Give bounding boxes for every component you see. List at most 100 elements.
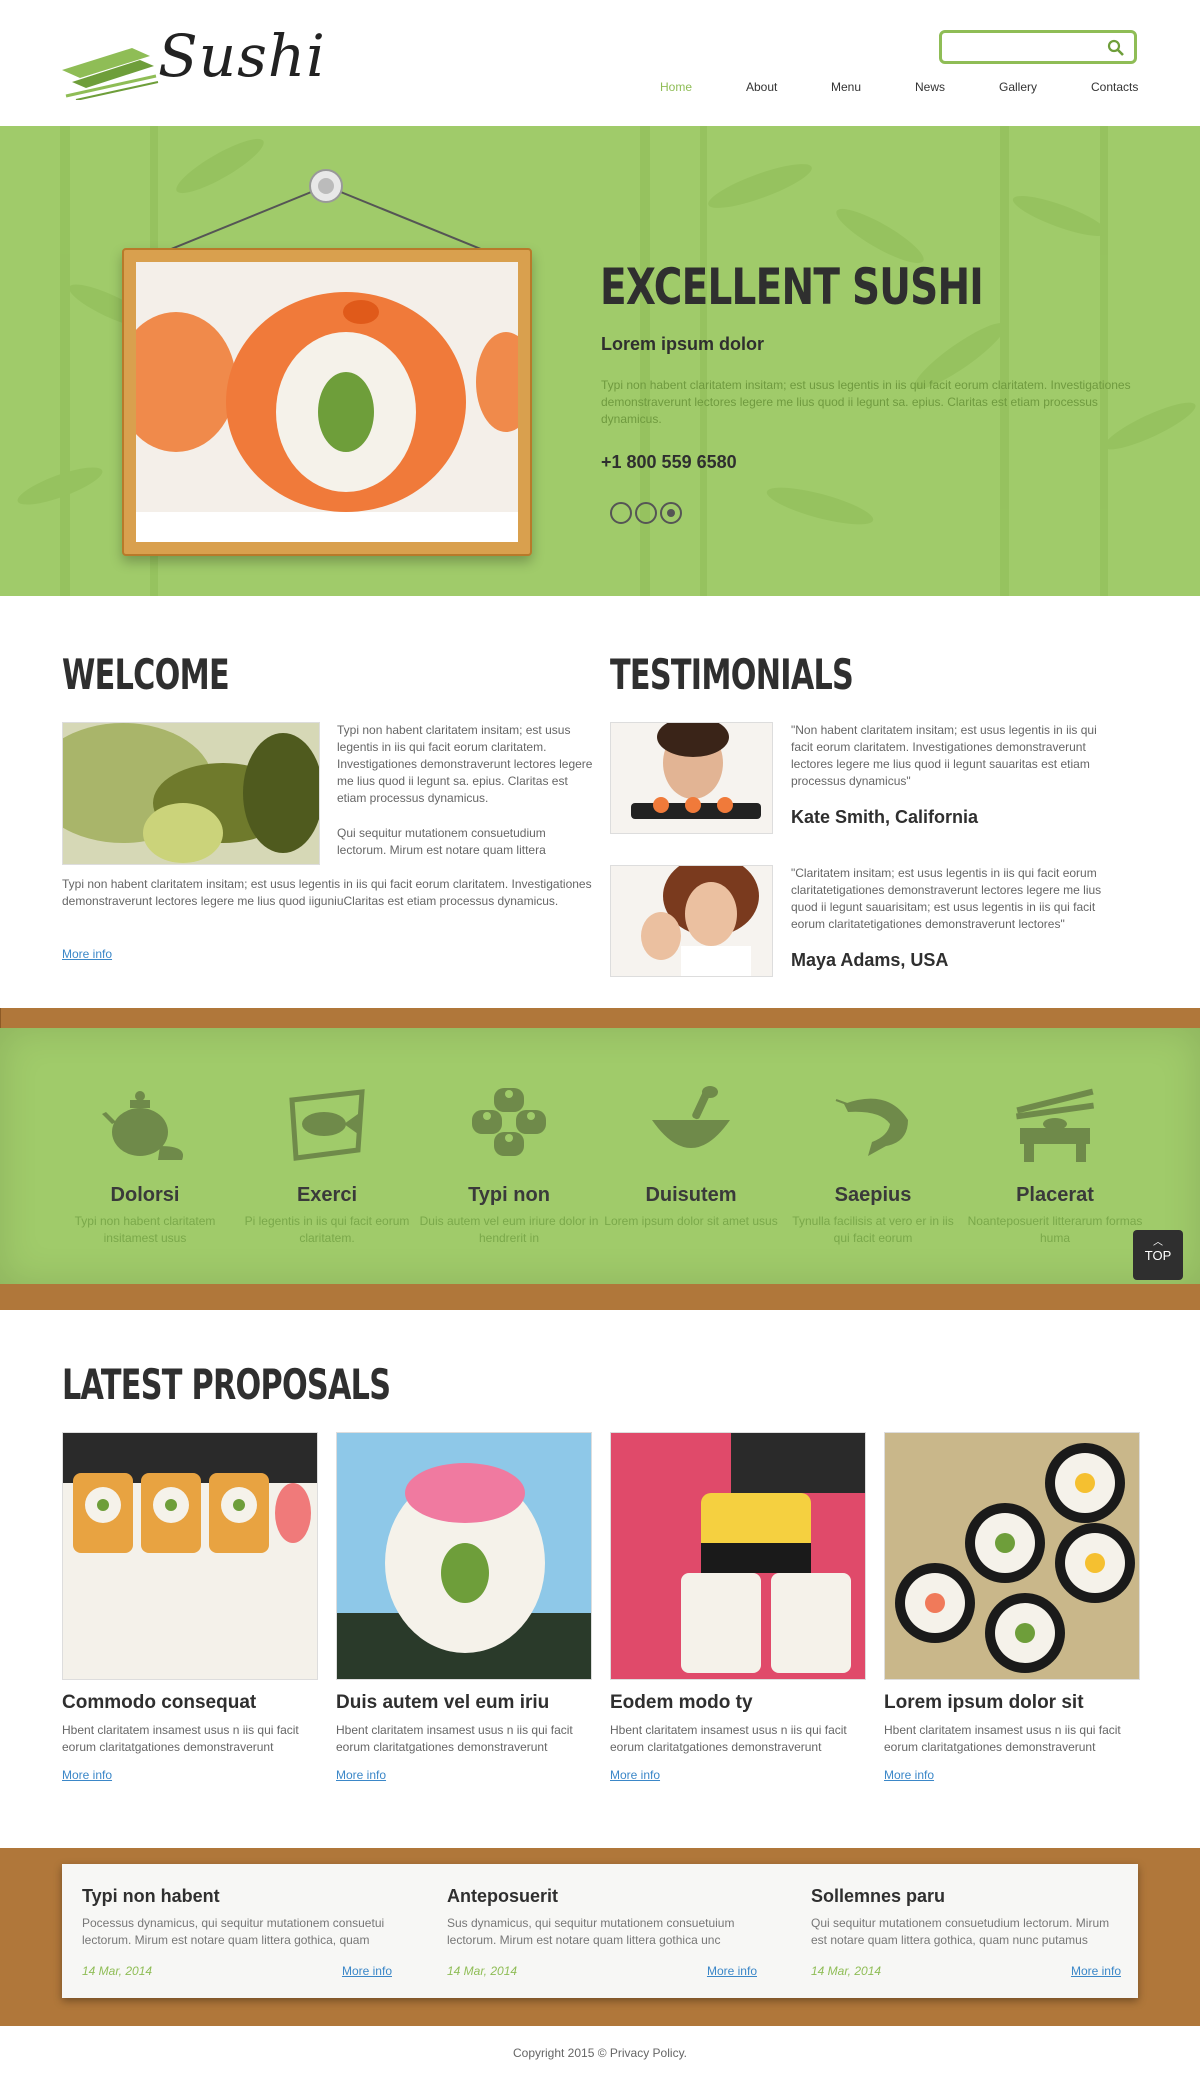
welcome-title: WELCOME — [62, 650, 230, 699]
feature-6: Placerat Noanteposuerit litterarum forma… — [965, 1080, 1145, 1247]
proposal-card-4: Lorem ipsum dolor sit Hbent claritatem i… — [884, 1432, 1140, 1782]
nav-news[interactable]: News — [915, 80, 945, 94]
proposal-card-3: Eodem modo ty Hbent claritatem insamest … — [610, 1432, 866, 1782]
feature-4: Duisutem Lorem ipsum dolor sit amet usus — [601, 1080, 781, 1230]
hero-slider: EXCELLENT SUSHI Lorem ipsum dolor Typi n… — [0, 126, 1200, 596]
nav-about[interactable]: About — [746, 80, 777, 94]
proposal-image-1[interactable] — [62, 1432, 318, 1680]
slider-dot-3[interactable] — [660, 502, 682, 524]
proposals-title: LATEST PROPOSALS — [62, 1360, 391, 1409]
proposal-title-4[interactable]: Lorem ipsum dolor sit — [884, 1692, 1140, 1714]
proposal-text-2: Hbent claritatem insamest usus n iis qui… — [336, 1723, 573, 1754]
feature-title-3: Typi non — [468, 1184, 550, 1206]
proposal-card-1: Commodo consequat Hbent claritatem insam… — [62, 1432, 318, 1782]
feature-5: Saepius Tynulla facilisis at vero er in … — [783, 1080, 963, 1247]
teapot-icon — [102, 1091, 184, 1160]
bowl-icon — [652, 1086, 730, 1148]
proposal-more-link-3[interactable]: More info — [610, 1768, 866, 1782]
proposal-title-3[interactable]: Eodem modo ty — [610, 1692, 866, 1714]
search-icon[interactable] — [1106, 38, 1126, 58]
chopsticks-stand-icon — [1015, 1088, 1095, 1162]
nav-gallery[interactable]: Gallery — [999, 80, 1037, 94]
feature-text-4: Lorem ipsum dolor sit amet usus — [604, 1214, 778, 1228]
welcome-paragraph-2: Qui sequitur mutationem consuetudium lec… — [337, 826, 546, 857]
feature-text-5: Tynulla facilisis at vero er in iis qui … — [792, 1214, 954, 1245]
proposal-card-2: Duis autem vel eum iriu Hbent claritatem… — [336, 1432, 592, 1782]
hero-text: Typi non habent claritatem insitam; est … — [601, 378, 1131, 426]
news-item-3: Sollemnes paru Qui sequitur mutationem c… — [811, 1864, 1121, 1978]
testimonials-title: TESTIMONIALS — [610, 650, 854, 699]
search-box[interactable] — [939, 30, 1137, 64]
nav-contacts[interactable]: Contacts — [1091, 80, 1138, 94]
news-item-2: Anteposuerit Sus dynamicus, qui sequitur… — [447, 1864, 757, 1978]
back-to-top-button[interactable]: ︿ TOP — [1133, 1230, 1183, 1280]
hero-subtitle: Lorem ipsum dolor — [601, 334, 765, 354]
news-title-2[interactable]: Anteposuerit — [447, 1886, 757, 1907]
hero-sushi-image — [136, 262, 518, 542]
proposal-text-1: Hbent claritatem insamest usus n iis qui… — [62, 1723, 299, 1754]
proposal-more-link-4[interactable]: More info — [884, 1768, 1140, 1782]
feature-text-6: Noanteposuerit litterarum formas huma — [967, 1214, 1143, 1245]
feature-title-6: Placerat — [1016, 1184, 1094, 1206]
proposal-text-4: Hbent claritatem insamest usus n iis qui… — [884, 1723, 1121, 1754]
fish-plate-icon — [289, 1089, 365, 1161]
slider-dot-1[interactable] — [610, 502, 632, 524]
news-text-1: Pocessus dynamicus, qui sequitur mutatio… — [82, 1916, 385, 1947]
proposal-title-2[interactable]: Duis autem vel eum iriu — [336, 1692, 592, 1714]
footer-copyright: Copyright 2015 © Privacy Policy. — [512, 2046, 688, 2060]
feature-text-3: Duis autem vel eum iriure dolor in hendr… — [419, 1214, 599, 1245]
photo-frame — [122, 248, 532, 556]
chevron-up-icon: ︿ — [1153, 1237, 1163, 1248]
proposal-image-2[interactable] — [336, 1432, 592, 1680]
proposal-image-3[interactable] — [610, 1432, 866, 1680]
nav-home[interactable]: Home — [660, 80, 692, 94]
wood-strip-top — [0, 1008, 1200, 1028]
welcome-image — [62, 722, 320, 865]
testimonial-name-1: Kate Smith, California — [791, 807, 979, 827]
feature-text-2: Pi legentis in iis qui facit eorum clari… — [244, 1214, 410, 1245]
hero-title: EXCELLENT SUSHI — [600, 258, 984, 316]
slider-pagination — [610, 502, 690, 526]
testimonial-photo-1 — [610, 722, 773, 834]
wood-strip-bottom — [0, 1284, 1200, 1310]
news-date-2: 14 Mar, 2014 — [447, 1964, 518, 1978]
welcome-more-link[interactable]: More info — [62, 947, 112, 961]
hero-phone: +1 800 559 6580 — [601, 452, 737, 472]
news-more-link-3[interactable]: More info — [1071, 1964, 1121, 1978]
features-section: Dolorsi Typi non habent claritatem insit… — [0, 1028, 1200, 1284]
news-text-2: Sus dynamicus, qui sequitur mutationem c… — [447, 1916, 735, 1947]
news-title-3[interactable]: Sollemnes paru — [811, 1886, 1121, 1907]
slider-dot-2[interactable] — [635, 502, 657, 524]
news-date-3: 14 Mar, 2014 — [811, 1964, 882, 1978]
main-nav: Home About Menu News Gallery Contacts — [620, 80, 1140, 100]
feature-text-1: Typi non habent claritatem insitamest us… — [74, 1214, 216, 1245]
feature-1: Dolorsi Typi non habent claritatem insit… — [55, 1080, 235, 1247]
news-title-1[interactable]: Typi non habent — [82, 1886, 392, 1907]
news-more-link-1[interactable]: More info — [342, 1964, 392, 1978]
testimonial-quote-1: "Non habent claritatem insitam; est usus… — [791, 723, 1097, 788]
proposal-more-link-1[interactable]: More info — [62, 1768, 318, 1782]
proposal-title-1[interactable]: Commodo consequat — [62, 1692, 318, 1714]
shrimp-icon — [835, 1098, 908, 1156]
welcome-paragraph-3: Typi non habent claritatem insitam; est … — [62, 877, 592, 908]
nav-menu[interactable]: Menu — [831, 80, 861, 94]
news-text-3: Qui sequitur mutationem consuetudium lec… — [811, 1916, 1110, 1947]
search-input[interactable] — [948, 37, 1098, 57]
back-to-top-label: TOP — [1144, 1248, 1172, 1263]
sushi-rolls-icon — [472, 1088, 546, 1156]
testimonial-name-2: Maya Adams, USA — [791, 950, 949, 970]
proposal-more-link-2[interactable]: More info — [336, 1768, 592, 1782]
header: Sushi Home About Menu News Gallery Conta… — [0, 0, 1200, 126]
testimonial-photo-2 — [610, 865, 773, 977]
testimonial-quote-2: "Claritatem insitam; est usus legentis i… — [791, 866, 1102, 931]
proposal-image-4[interactable] — [884, 1432, 1140, 1680]
feature-title-4: Duisutem — [645, 1184, 737, 1206]
feature-2: Exerci Pi legentis in iis qui facit eoru… — [237, 1080, 417, 1247]
feature-title-5: Saepius — [834, 1184, 912, 1206]
news-more-link-2[interactable]: More info — [707, 1964, 757, 1978]
news-date-1: 14 Mar, 2014 — [82, 1964, 153, 1978]
welcome-paragraph-1: Typi non habent claritatem insitam; est … — [337, 723, 593, 805]
logo-text[interactable]: Sushi — [158, 22, 326, 90]
feature-3: Typi non Duis autem vel eum iriure dolor… — [419, 1080, 599, 1247]
feature-title-2: Exerci — [296, 1184, 358, 1206]
